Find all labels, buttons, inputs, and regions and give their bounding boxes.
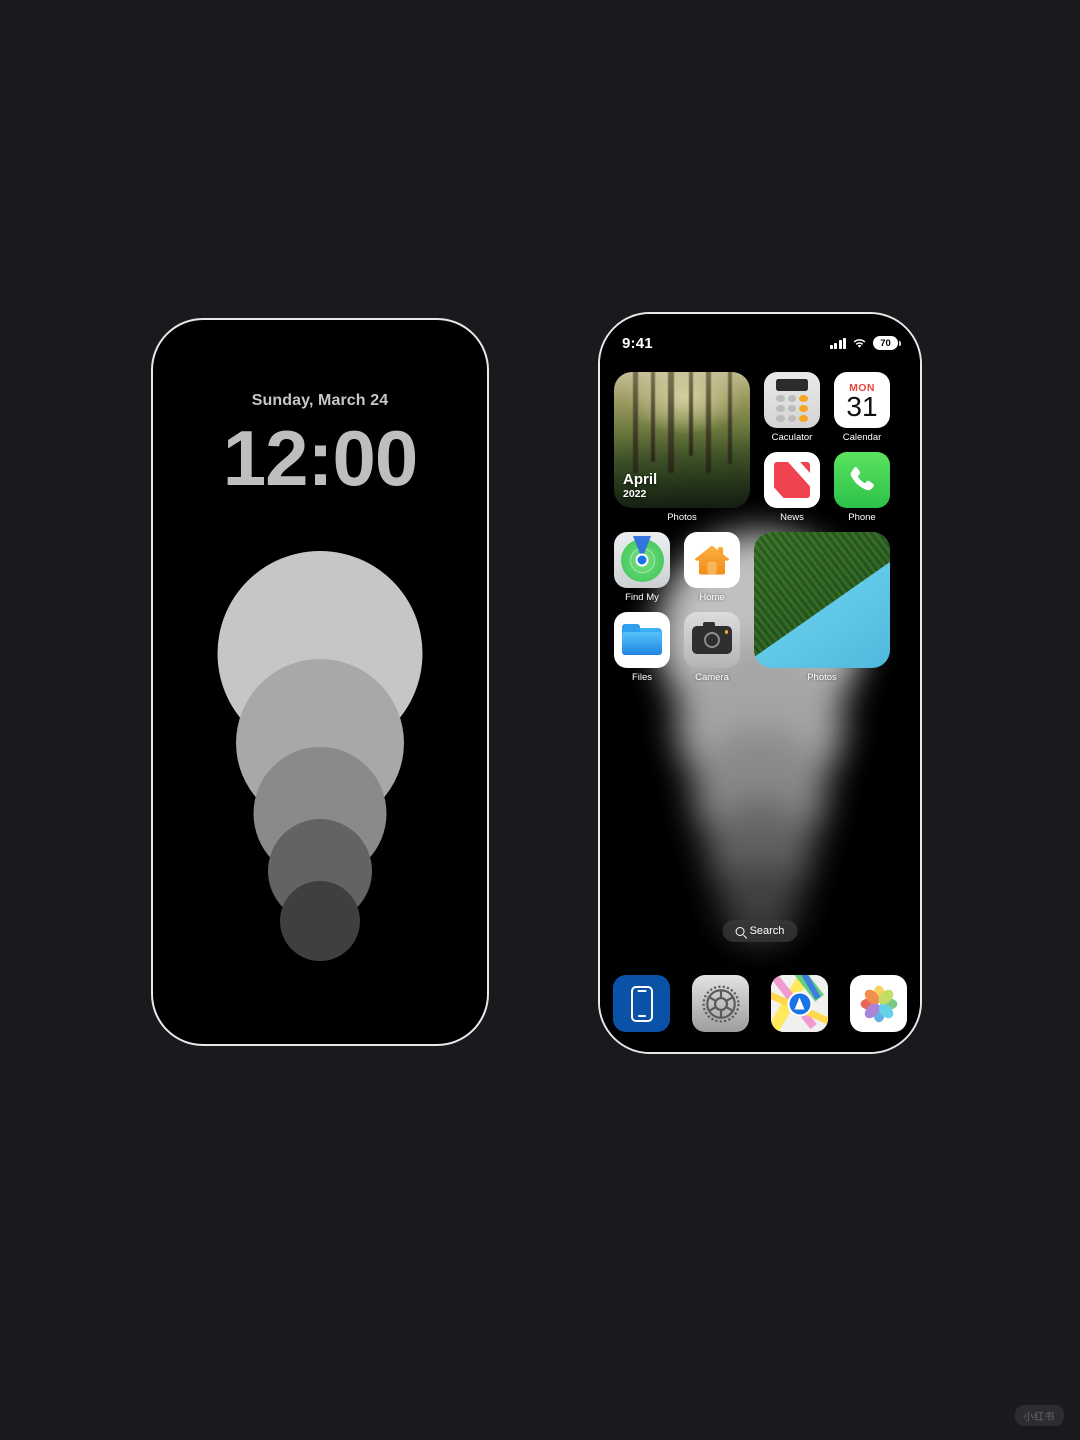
home-screen-content: 9:41 70 April 2022 Photos Caculator News… bbox=[600, 314, 920, 1052]
app-label-home: Home bbox=[699, 592, 725, 603]
home-screen-phone: 9:41 70 April 2022 Photos Caculator News… bbox=[598, 312, 922, 1054]
dock-item-settings[interactable] bbox=[692, 975, 749, 1032]
photos-widget-overlay: April 2022 bbox=[623, 472, 657, 500]
search-button[interactable]: Search bbox=[722, 920, 798, 942]
status-bar: 9:41 70 bbox=[600, 332, 920, 354]
lock-screen-date: Sunday, March 24 bbox=[251, 392, 389, 409]
photos-widget-forest-image: April 2022 bbox=[614, 372, 750, 508]
house-glyph bbox=[695, 545, 729, 575]
search-icon bbox=[735, 926, 745, 936]
app-phone[interactable]: Phone bbox=[834, 452, 890, 523]
phone-icon bbox=[834, 452, 890, 508]
wall-bulb-circle-4 bbox=[708, 800, 812, 904]
calendar-day: 31 bbox=[846, 390, 878, 422]
home-icon bbox=[684, 532, 740, 588]
app-news[interactable]: News bbox=[764, 452, 820, 523]
battery-indicator: 70 bbox=[873, 336, 901, 350]
app-label-find-my: Find My bbox=[625, 592, 659, 603]
app-label-calculator: Caculator bbox=[771, 432, 813, 443]
app-column-4: Home Camera bbox=[684, 532, 740, 683]
photos-flower-icon bbox=[860, 985, 897, 1022]
dock-item-shortcuts[interactable] bbox=[613, 975, 670, 1032]
app-grid-row-2: Find My Files Home Camera Photos bbox=[614, 532, 906, 683]
app-calendar[interactable]: MON 31 Calendar bbox=[834, 372, 890, 443]
news-icon bbox=[764, 452, 820, 508]
status-bar-indicators: 70 bbox=[829, 336, 901, 350]
camera-icon bbox=[684, 612, 740, 668]
app-label-news: News bbox=[780, 512, 804, 523]
status-bar-time: 9:41 bbox=[622, 334, 653, 352]
app-label-calendar: Calendar bbox=[842, 432, 882, 443]
app-column-3: Find My Files bbox=[614, 532, 670, 683]
photos-widget-lake[interactable]: Photos bbox=[754, 532, 890, 683]
app-grid: April 2022 Photos Caculator News MON 31 … bbox=[614, 372, 906, 692]
find-my-icon bbox=[614, 532, 670, 588]
app-home[interactable]: Home bbox=[684, 532, 740, 603]
dock-item-photos[interactable] bbox=[850, 975, 907, 1032]
battery-level-text: 70 bbox=[880, 337, 891, 349]
lock-screen-clock: 12:00 bbox=[222, 414, 419, 502]
app-grid-row-1: April 2022 Photos Caculator News MON 31 … bbox=[614, 372, 906, 523]
dock bbox=[600, 975, 920, 1032]
calendar-icon: MON 31 bbox=[834, 372, 890, 428]
app-column-2: MON 31 Calendar Phone bbox=[834, 372, 890, 523]
lock-screen-phone: Sunday, March 24 12:00 bbox=[151, 318, 489, 1046]
cellular-signal-icon bbox=[829, 337, 846, 349]
app-calculator[interactable]: Caculator bbox=[764, 372, 820, 443]
search-label: Search bbox=[749, 925, 785, 937]
screenshot-canvas: Sunday, March 24 12:00 9:41 70 April 202… bbox=[0, 0, 1080, 1440]
app-label-camera: Camera bbox=[695, 672, 729, 683]
bulb-circle-5 bbox=[280, 881, 360, 961]
gear-icon bbox=[701, 984, 740, 1023]
photos-widget-year: 2022 bbox=[623, 488, 647, 500]
handset-glyph bbox=[850, 467, 874, 491]
watermark: 小红书 bbox=[1014, 1405, 1064, 1426]
photos-widget-lake-label: Photos bbox=[807, 672, 837, 683]
wifi-icon bbox=[853, 338, 866, 348]
calculator-icon bbox=[764, 372, 820, 428]
app-column-1: Caculator News bbox=[764, 372, 820, 523]
photos-widget-month: April bbox=[623, 471, 658, 489]
app-label-phone: Phone bbox=[848, 512, 876, 523]
app-files[interactable]: Files bbox=[614, 612, 670, 683]
wall-bulb-circle-3 bbox=[693, 728, 827, 861]
photos-widget-forest[interactable]: April 2022 Photos bbox=[614, 372, 750, 523]
app-label-files: Files bbox=[631, 672, 653, 683]
lock-screen-wallpaper-bulb bbox=[200, 551, 440, 961]
app-camera[interactable]: Camera bbox=[684, 612, 740, 683]
photos-widget-lake-image bbox=[754, 532, 890, 668]
files-icon bbox=[614, 612, 670, 668]
lock-screen-content: Sunday, March 24 12:00 bbox=[153, 320, 487, 1044]
dock-item-maps[interactable] bbox=[771, 975, 828, 1032]
app-find-my[interactable]: Find My bbox=[614, 532, 670, 603]
photos-widget-label: Photos bbox=[667, 512, 697, 523]
